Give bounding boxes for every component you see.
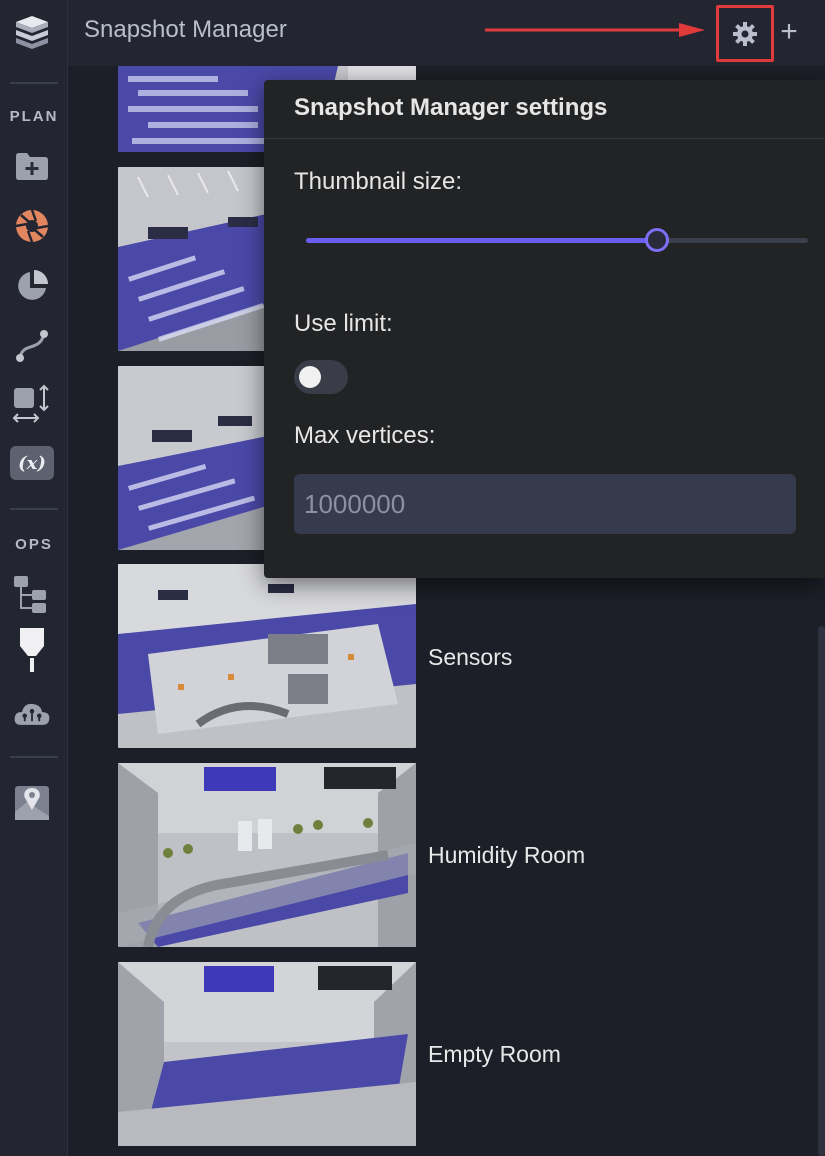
- snapshot-label: Humidity Room: [428, 842, 586, 868]
- snapshot-label: Empty Room: [428, 1041, 561, 1067]
- pie-chart-icon[interactable]: [12, 266, 52, 306]
- ops-section-label: OPS: [15, 536, 53, 553]
- layers-logo-icon[interactable]: [12, 12, 52, 52]
- scrollbar-thumb[interactable]: [818, 626, 825, 1156]
- max-vertices-input[interactable]: [294, 474, 796, 534]
- snapshot-thumbnail[interactable]: [118, 763, 416, 947]
- max-vertices-label: Max vertices:: [294, 422, 436, 449]
- gear-icon: [733, 21, 757, 46]
- slider-fill: [306, 238, 658, 243]
- dispenser-nozzle-icon[interactable]: [12, 628, 52, 672]
- settings-popover: Snapshot Manager settings Thumbnail size…: [264, 80, 825, 578]
- left-toolbar: PLAN (x) OPS: [0, 0, 68, 1156]
- snapshot-thumbnail[interactable]: [118, 962, 416, 1146]
- thumbnail-size-slider[interactable]: [306, 228, 808, 252]
- settings-button[interactable]: [716, 5, 774, 62]
- variables-icon[interactable]: (x): [10, 446, 54, 480]
- thumbnail-size-label: Thumbnail size:: [294, 168, 463, 195]
- rail-divider: [10, 508, 58, 510]
- plan-section-label: PLAN: [9, 108, 59, 125]
- snapshot-thumbnail[interactable]: [118, 564, 416, 748]
- use-limit-label: Use limit:: [294, 310, 393, 337]
- rail-divider: [10, 82, 58, 84]
- toggle-knob: [299, 366, 321, 388]
- panel-header: Snapshot Manager +: [68, 0, 825, 66]
- rail-divider: [10, 756, 58, 758]
- cloud-network-icon[interactable]: [12, 694, 52, 734]
- use-limit-toggle[interactable]: [294, 360, 348, 394]
- curve-path-icon[interactable]: [12, 326, 52, 366]
- resize-dimensions-icon[interactable]: [12, 384, 52, 424]
- slider-thumb[interactable]: [645, 228, 670, 252]
- camera-aperture-icon[interactable]: [12, 206, 52, 246]
- add-snapshot-button[interactable]: +: [774, 14, 804, 50]
- add-folder-icon[interactable]: [12, 146, 52, 186]
- folder-tree-icon[interactable]: [12, 574, 52, 614]
- settings-title: Snapshot Manager settings: [294, 94, 608, 121]
- snapshot-label: Sensors: [428, 644, 513, 670]
- panel-title: Snapshot Manager: [84, 16, 287, 43]
- map-pin-icon[interactable]: [12, 782, 52, 822]
- divider: [264, 138, 825, 139]
- annotation-arrow: [485, 23, 705, 37]
